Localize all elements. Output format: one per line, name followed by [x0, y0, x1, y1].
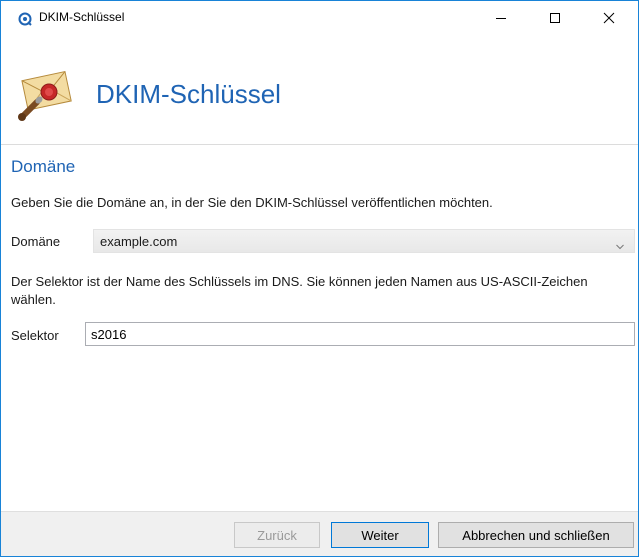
domain-select[interactable]: example.com	[93, 229, 635, 253]
domain-description: Geben Sie die Domäne an, in der Sie den …	[11, 195, 493, 210]
wizard-footer: Zurück Weiter Abbrechen und schließen	[1, 511, 638, 556]
maximize-button[interactable]	[532, 1, 578, 35]
selector-description: Der Selektor ist der Name des Schlüssels…	[11, 274, 588, 307]
title-bar[interactable]: DKIM-Schlüssel	[1, 1, 638, 35]
dialog-window: DKIM-Schlüssel DKIM-Schlüssel Domäne Geb…	[0, 0, 639, 557]
sealed-envelope-icon	[15, 62, 77, 124]
back-button[interactable]: Zurück	[234, 522, 320, 548]
minimize-icon	[495, 12, 507, 24]
window-title: DKIM-Schlüssel	[39, 10, 125, 24]
maximize-icon	[549, 12, 561, 24]
wizard-content: Domäne Geben Sie die Domäne an, in der S…	[1, 145, 638, 511]
wizard-header: DKIM-Schlüssel	[1, 35, 638, 145]
next-button[interactable]: Weiter	[331, 522, 429, 548]
close-icon	[603, 12, 615, 24]
header-title: DKIM-Schlüssel	[96, 79, 281, 109]
close-button[interactable]	[586, 1, 632, 35]
selector-label: Selektor	[11, 328, 59, 343]
section-title: Domäne	[11, 157, 76, 176]
domain-select-value: example.com	[100, 234, 178, 249]
minimize-button[interactable]	[478, 1, 524, 35]
chevron-down-icon	[616, 238, 624, 253]
app-icon	[18, 12, 32, 26]
cancel-and-close-button[interactable]: Abbrechen und schließen	[438, 522, 634, 548]
selector-input[interactable]	[85, 322, 635, 346]
domain-label: Domäne	[11, 234, 61, 249]
